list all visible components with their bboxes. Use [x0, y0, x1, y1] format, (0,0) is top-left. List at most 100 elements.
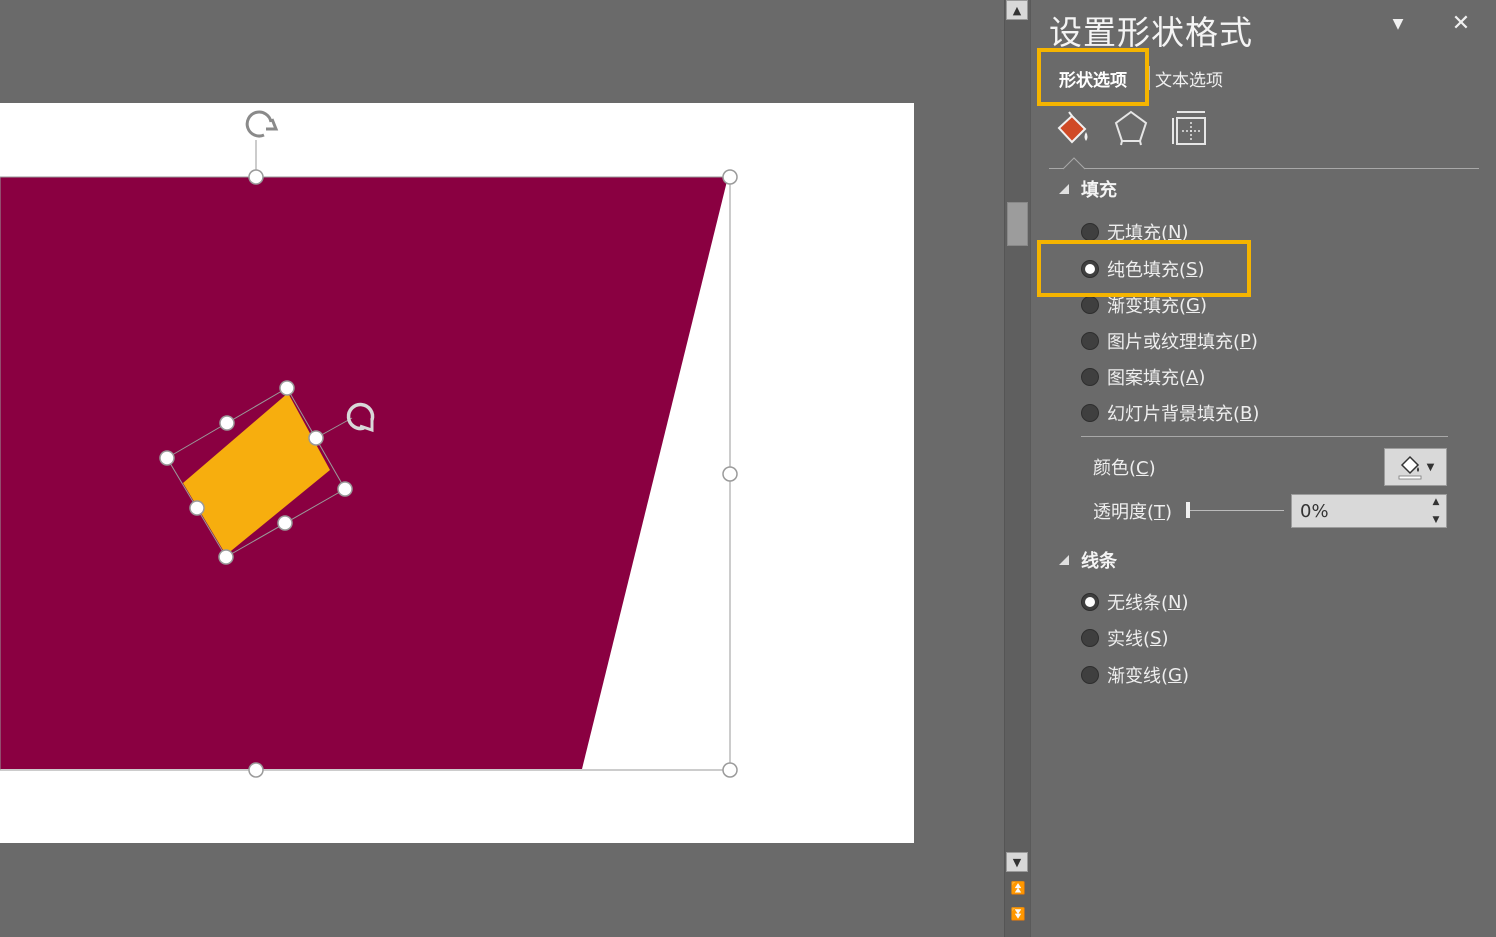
resize-handle[interactable]: [218, 549, 234, 565]
rotate-handle-icon[interactable]: [245, 110, 279, 138]
close-icon: ✕: [1451, 10, 1471, 36]
accelerator-key: C: [1136, 458, 1149, 479]
slider-thumb[interactable]: [1186, 502, 1190, 518]
radio-solid-line[interactable]: 实线(S): [1081, 623, 1169, 653]
radio-slide-background-fill[interactable]: 幻灯片背景填充(B): [1081, 398, 1259, 428]
radio-no-line[interactable]: 无线条(N): [1081, 587, 1189, 617]
resize-handle[interactable]: [722, 466, 738, 482]
radio-button[interactable]: [1081, 223, 1099, 241]
arrow-up-icon: ▲: [1012, 3, 1022, 17]
option-label: 图片或纹理填充(: [1107, 332, 1241, 353]
label-text: 透明度(: [1093, 502, 1155, 523]
resize-handle[interactable]: [248, 762, 264, 778]
resize-handle[interactable]: [159, 450, 175, 466]
expanded-triangle-icon: [1059, 555, 1069, 565]
panel-options-button[interactable]: ▼: [1387, 14, 1409, 34]
option-label-tail: ): [1252, 402, 1260, 424]
line-section-header[interactable]: 线条: [1059, 547, 1117, 573]
paint-bucket-icon: [1398, 455, 1422, 480]
highlight-box-solid-fill: [1037, 240, 1251, 297]
tab-text-options[interactable]: 文本选项: [1155, 58, 1223, 98]
category-pointer-icon: [1063, 157, 1085, 170]
line-section-label: 线条: [1081, 551, 1117, 572]
accelerator-key: N: [1168, 591, 1182, 613]
fill-line-icon[interactable]: [1055, 108, 1095, 148]
option-label-tail: ): [1250, 330, 1258, 352]
option-label: 无线条(: [1107, 593, 1169, 614]
highlight-box-tab: [1037, 48, 1149, 106]
radio-gradient-line[interactable]: 渐变线(G): [1081, 660, 1189, 690]
fill-section-label: 填充: [1081, 180, 1117, 201]
option-label: 图案填充(: [1107, 368, 1187, 389]
radio-button[interactable]: [1081, 404, 1099, 422]
effects-pentagon-icon[interactable]: [1111, 108, 1151, 148]
panel-title: 设置形状格式: [1049, 13, 1253, 52]
format-shape-panel: 设置形状格式 ▼ ✕ 形状选项 文本选项 填充 无填充(N) 纯色填充(S) 渐…: [1030, 0, 1496, 937]
option-label-tail: ): [1199, 294, 1208, 316]
radio-picture-fill[interactable]: 图片或纹理填充(P): [1081, 326, 1258, 356]
transparency-input[interactable]: 0% ▲ ▼: [1291, 494, 1447, 528]
accelerator-key: G: [1186, 294, 1200, 316]
accelerator-key: G: [1168, 664, 1182, 686]
scroll-down-button[interactable]: ▼: [1006, 852, 1028, 872]
fill-divider: [1081, 436, 1448, 437]
size-properties-icon[interactable]: [1169, 108, 1209, 148]
radio-button[interactable]: [1081, 332, 1099, 350]
option-label-tail: ): [1161, 627, 1169, 649]
accelerator-key: P: [1240, 330, 1251, 352]
category-divider: [1049, 168, 1479, 169]
option-label: 渐变线(: [1107, 666, 1169, 687]
transparency-value: 0%: [1300, 500, 1329, 522]
chevron-down-icon: ▼: [1392, 16, 1404, 32]
resize-handle[interactable]: [277, 515, 293, 531]
resize-handle[interactable]: [722, 169, 738, 185]
transparency-label: 透明度(T): [1093, 498, 1172, 524]
fill-section-header[interactable]: 填充: [1059, 176, 1117, 202]
slide-shapes: [0, 110, 738, 778]
fill-color-picker-button[interactable]: ▼: [1384, 448, 1447, 486]
double-down-icon: ⏬: [1010, 907, 1026, 921]
resize-handle[interactable]: [308, 430, 324, 446]
resize-handle[interactable]: [189, 500, 205, 516]
resize-handle[interactable]: [722, 762, 738, 778]
panel-close-button[interactable]: ✕: [1449, 10, 1473, 36]
option-label: 实线(: [1107, 629, 1151, 650]
chevron-down-icon: ▼: [1426, 461, 1435, 473]
label-tail: ): [1165, 502, 1173, 523]
slide-canvas-area: [0, 0, 1004, 937]
radio-button[interactable]: [1081, 666, 1099, 684]
option-label-tail: ): [1181, 591, 1189, 613]
label-tail: ): [1148, 458, 1156, 479]
scroll-thumb[interactable]: [1007, 202, 1028, 246]
transparency-slider[interactable]: [1186, 500, 1284, 520]
accelerator-key: S: [1150, 627, 1162, 649]
radio-pattern-fill[interactable]: 图案填充(A): [1081, 362, 1205, 392]
previous-slide-button[interactable]: ⏫: [1008, 878, 1028, 898]
resize-handle[interactable]: [219, 415, 235, 431]
next-slide-button[interactable]: ⏬: [1008, 904, 1028, 924]
scroll-up-button[interactable]: ▲: [1006, 0, 1028, 20]
double-up-icon: ⏫: [1010, 881, 1026, 895]
vertical-scrollbar[interactable]: ▲ ▼ ⏫ ⏬: [1004, 0, 1030, 937]
resize-handle[interactable]: [248, 169, 264, 185]
accelerator-key: T: [1154, 502, 1166, 523]
resize-handle[interactable]: [279, 380, 295, 396]
label-text: 颜色(: [1093, 458, 1137, 479]
radio-button-selected[interactable]: [1081, 593, 1099, 611]
trapezoid-shape[interactable]: [0, 177, 728, 769]
accelerator-key: A: [1186, 366, 1199, 388]
spin-up-icon[interactable]: ▲: [1433, 497, 1440, 507]
arrow-down-icon: ▼: [1012, 855, 1022, 869]
radio-button[interactable]: [1081, 629, 1099, 647]
option-label-tail: ): [1181, 664, 1190, 686]
radio-button[interactable]: [1081, 368, 1099, 386]
spin-down-icon[interactable]: ▼: [1433, 515, 1440, 525]
slider-track: [1186, 510, 1284, 511]
color-label: 颜色(C): [1093, 454, 1156, 480]
expanded-triangle-icon: [1059, 184, 1069, 194]
resize-handle[interactable]: [337, 481, 353, 497]
accelerator-key: B: [1240, 402, 1253, 424]
radio-button[interactable]: [1081, 296, 1099, 314]
tab-divider: [1149, 66, 1150, 90]
spinner[interactable]: ▲ ▼: [1430, 497, 1442, 525]
